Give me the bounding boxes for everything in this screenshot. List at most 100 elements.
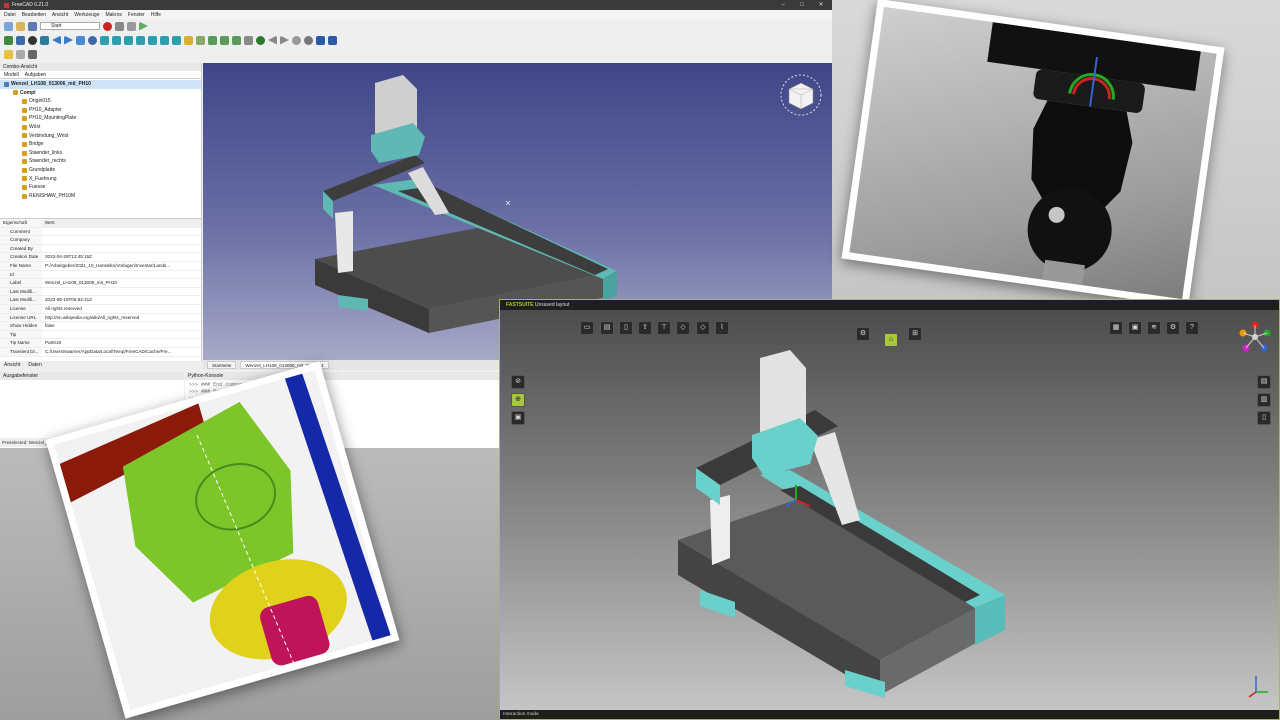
view-top-icon[interactable] [112,35,121,45]
hierarchy-icon[interactable]: ⊤ [657,321,671,335]
tree-item[interactable]: Compl [0,89,201,98]
property-row[interactable]: License All rights reserved [0,304,201,314]
tab-daten[interactable]: Daten [28,361,41,370]
view-left-icon[interactable] [160,35,169,45]
property-row[interactable]: File Name P:/Arbeitgeber/2021_10_Hanselko… [0,261,201,271]
tree-item[interactable]: Grundplatte [0,166,201,175]
zoom-in-icon[interactable] [316,35,325,45]
tree-item[interactable]: Bridge [0,140,201,149]
tree-item[interactable]: Verbindung_Wrist [0,132,201,141]
tree-item[interactable]: Staender_rechts [0,157,201,166]
property-row[interactable]: Last Modifi... [0,287,201,297]
hint-icon[interactable] [4,49,13,59]
tree-item[interactable]: PH10_Adapter [0,106,201,115]
tree-item[interactable]: Wrist [0,123,201,132]
menu-makros[interactable]: Makros [105,12,121,18]
measure-tool-icon[interactable]: ⌇ [715,321,729,335]
sync-icon[interactable] [244,35,253,45]
snapshot-icon[interactable]: ▣ [511,411,525,425]
tree-item[interactable]: Wenzel_LH108_013006_mit_PH10 [0,80,201,89]
shape-right-icon[interactable]: ◇ [696,321,710,335]
property-row[interactable]: License URL http://en.wikipedia.org/wiki/… [0,313,201,323]
side-panel-3-icon[interactable]: ▯ [1257,411,1271,425]
view-rear-icon[interactable] [136,35,145,45]
new-file-icon[interactable] [4,21,13,31]
draw-style-icon[interactable] [28,35,37,45]
web-stop-icon[interactable] [304,35,313,45]
menu-datei[interactable]: Datei [4,12,16,18]
document-icon[interactable]: ▯ [619,321,633,335]
layout-grid-icon[interactable]: ▦ [1109,321,1123,335]
web-icon[interactable] [256,35,265,45]
open-folder-icon[interactable]: ▭ [580,321,594,335]
menu-fenster[interactable]: Fenster [128,12,145,18]
property-row[interactable]: Id [0,270,201,280]
stop-macro-icon[interactable] [115,21,124,31]
side-panel-2-icon[interactable]: ▥ [1257,393,1271,407]
interaction-mode-icon[interactable]: ⊕ [511,393,525,407]
view-isometric-icon[interactable] [40,35,49,45]
web-refresh-icon[interactable] [292,35,301,45]
std-views-icon[interactable] [76,35,85,45]
workbench-selector[interactable]: Start [40,22,100,30]
menu-werkzeuge[interactable]: Werkzeuge [74,12,99,18]
property-row[interactable]: Tip Name Part019 [0,339,201,348]
save-icon[interactable]: ▤ [600,321,614,335]
select-mode-icon[interactable]: ⊘ [511,375,525,389]
measure-icon[interactable] [172,35,181,45]
robot-icon[interactable]: ⚙ [856,327,870,341]
property-row[interactable]: Tip [0,330,201,340]
save-icon[interactable] [28,21,37,31]
menu-hilfe[interactable]: Hilfe [151,12,161,18]
part-icon[interactable] [184,35,193,45]
menu-bearbeiten[interactable]: Bearbeiten [22,12,46,18]
tree-item[interactable]: Staender_links [0,149,201,158]
recompute-icon[interactable] [16,49,25,59]
macro-edit-icon[interactable] [127,21,136,31]
property-row[interactable]: Creation Date 2023-04-29T13:45:15Z [0,253,201,262]
property-row[interactable]: Created By [0,244,201,254]
whats-this-icon[interactable] [28,49,37,59]
property-row[interactable]: Show Hidden false [0,322,201,331]
web-back-icon[interactable] [268,35,277,45]
fit-selection-icon[interactable] [16,35,25,45]
view-right-icon[interactable] [124,35,133,45]
view-front-icon[interactable] [100,35,109,45]
export-icon[interactable]: ⇧ [638,321,652,335]
property-row[interactable]: Company [0,236,201,245]
tree-item[interactable]: Origin015 [0,97,201,106]
maximize-button[interactable]: □ [795,0,809,10]
help-icon[interactable]: ? [1185,321,1199,335]
link-actions-icon[interactable] [232,35,241,45]
tab-startseite[interactable]: Startseite [207,361,237,369]
group-icon[interactable] [196,35,205,45]
side-panel-1-icon[interactable]: ▤ [1257,375,1271,389]
navigation-cube[interactable] [775,69,827,121]
cube-view-icon[interactable]: ▣ [1128,321,1142,335]
fit-all-icon[interactable] [4,35,13,45]
link-sub-icon[interactable] [220,35,229,45]
link-icon[interactable] [208,35,217,45]
property-row[interactable]: Last Modifi... 2023-08-18T06:52:41Z [0,296,201,305]
tree-item[interactable]: PH10_MountingPlate [0,114,201,123]
property-row[interactable]: Comment [0,227,201,237]
minimize-button[interactable]: – [776,0,790,10]
property-row[interactable]: Label Wenzel_LH108_013006_mit_PH10 [0,279,201,288]
navigation-cube-icon[interactable] [775,69,827,121]
tree-item[interactable]: X_Fuehrung [0,175,201,184]
zoom-out-icon[interactable] [328,35,337,45]
web-forward-icon[interactable] [280,35,289,45]
zoom-icon[interactable] [88,35,97,45]
tab-aufgaben[interactable]: Aufgaben [25,71,46,78]
property-row[interactable]: Transient Di... C:/Users/swarner/AppData/… [0,347,201,357]
tree-item[interactable]: Fuesse [0,183,201,192]
station-icon[interactable]: ⊞ [908,327,922,341]
record-macro-icon[interactable] [103,21,112,31]
close-button[interactable]: ✕ [814,0,828,10]
layers-icon[interactable]: ≋ [1147,321,1161,335]
tab-ansicht[interactable]: Ansicht [4,361,20,370]
run-macro-icon[interactable] [139,21,148,31]
back-arrow-icon[interactable] [52,35,61,45]
shape-left-icon[interactable]: ◇ [676,321,690,335]
tab-modell[interactable]: Modell [4,71,19,78]
